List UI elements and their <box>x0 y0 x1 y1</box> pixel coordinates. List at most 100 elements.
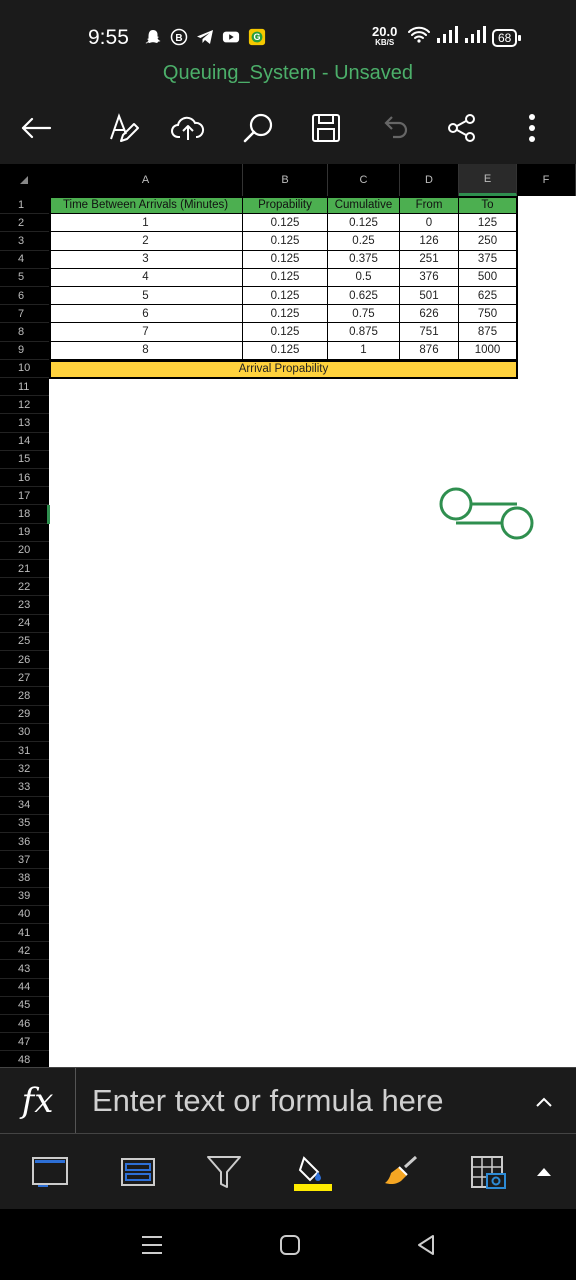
home-button[interactable] <box>270 1227 310 1263</box>
row-header-31[interactable]: 31 <box>0 742 49 761</box>
row-header-23[interactable]: 23 <box>0 596 49 615</box>
table-cell[interactable]: 626 <box>400 305 459 324</box>
back-nav-button[interactable] <box>406 1227 446 1263</box>
row-header-7[interactable]: 7 <box>0 305 49 324</box>
recent-apps-button[interactable] <box>132 1227 172 1263</box>
connector-shape[interactable] <box>438 486 538 542</box>
expand-tools-button[interactable] <box>522 1150 566 1194</box>
row-header-41[interactable]: 41 <box>0 924 49 943</box>
table-cell[interactable]: 0.125 <box>243 323 328 342</box>
row-header-39[interactable]: 39 <box>0 887 49 906</box>
table-cell[interactable]: 0.5 <box>328 268 400 287</box>
row-header-40[interactable]: 40 <box>0 905 49 924</box>
table-cell[interactable]: 6 <box>49 305 243 324</box>
table-cell[interactable]: 7 <box>49 323 243 342</box>
table-cell[interactable]: 0.125 <box>328 214 400 233</box>
row-header-42[interactable]: 42 <box>0 942 49 961</box>
row-header-26[interactable]: 26 <box>0 651 49 670</box>
table-cell[interactable]: 4 <box>49 268 243 287</box>
freeze-panes-button[interactable] <box>28 1150 72 1194</box>
table-cell[interactable]: 376 <box>400 268 459 287</box>
table-cell[interactable]: 0.125 <box>243 305 328 324</box>
table-cell[interactable]: 250 <box>459 232 517 251</box>
column-header-f[interactable]: F <box>517 164 576 196</box>
row-header-18[interactable]: 18 <box>0 505 49 524</box>
row-header-3[interactable]: 3 <box>0 232 49 251</box>
row-header-34[interactable]: 34 <box>0 796 49 815</box>
table-footer-merged-cell[interactable]: Arrival Propability <box>49 359 518 379</box>
table-cell[interactable]: 375 <box>459 250 517 269</box>
row-header-16[interactable]: 16 <box>0 469 49 488</box>
filter-button[interactable] <box>202 1150 246 1194</box>
row-header-17[interactable]: 17 <box>0 487 49 506</box>
row-header-25[interactable]: 25 <box>0 632 49 651</box>
table-cell[interactable]: 126 <box>400 232 459 251</box>
table-header-cell[interactable]: Time Between Arrivals (Minutes) <box>49 196 243 215</box>
fill-color-button[interactable] <box>290 1150 334 1194</box>
row-header-28[interactable]: 28 <box>0 687 49 706</box>
row-header-27[interactable]: 27 <box>0 669 49 688</box>
text-format-button[interactable] <box>100 106 144 150</box>
table-header-cell[interactable]: Propability <box>243 196 328 215</box>
table-cell[interactable]: 0.125 <box>243 287 328 306</box>
table-cell[interactable]: 0.375 <box>328 250 400 269</box>
function-button[interactable]: fx <box>0 1068 76 1134</box>
column-header-b[interactable]: B <box>243 164 328 196</box>
row-header-30[interactable]: 30 <box>0 723 49 742</box>
table-cell[interactable]: 0.25 <box>328 232 400 251</box>
row-header-47[interactable]: 47 <box>0 1033 49 1052</box>
undo-button[interactable] <box>372 106 416 150</box>
table-cell[interactable]: 251 <box>400 250 459 269</box>
row-header-21[interactable]: 21 <box>0 560 49 579</box>
table-cell[interactable]: 500 <box>459 268 517 287</box>
row-header-38[interactable]: 38 <box>0 869 49 888</box>
table-cell[interactable]: 0.125 <box>243 250 328 269</box>
table-cell[interactable]: 2 <box>49 232 243 251</box>
search-button[interactable] <box>236 106 280 150</box>
spreadsheet-grid[interactable]: A B C D E F 1 2 3 4 5 6 7 8 9 10 11 12 13 14 15 16 17 18 19 20 21 2… <box>0 164 576 1070</box>
row-header-2[interactable]: 2 <box>0 214 49 233</box>
row-header-12[interactable]: 12 <box>0 396 49 415</box>
row-header-8[interactable]: 8 <box>0 323 49 342</box>
table-cell[interactable]: 1 <box>328 341 400 360</box>
row-header-14[interactable]: 14 <box>0 432 49 451</box>
table-cell[interactable]: 8 <box>49 341 243 360</box>
column-header-c[interactable]: C <box>328 164 400 196</box>
row-header-46[interactable]: 46 <box>0 1015 49 1034</box>
table-header-cell[interactable]: To <box>459 196 517 215</box>
share-button[interactable] <box>440 106 484 150</box>
row-header-45[interactable]: 45 <box>0 996 49 1015</box>
table-cell[interactable]: 625 <box>459 287 517 306</box>
row-header-9[interactable]: 9 <box>0 341 49 360</box>
row-header-6[interactable]: 6 <box>0 287 49 306</box>
row-header-33[interactable]: 33 <box>0 778 49 797</box>
column-header-a[interactable]: A <box>49 164 243 196</box>
row-header-13[interactable]: 13 <box>0 414 49 433</box>
cloud-upload-button[interactable] <box>166 106 210 150</box>
row-header-15[interactable]: 15 <box>0 450 49 469</box>
row-header-1[interactable]: 1 <box>0 196 49 215</box>
table-cell[interactable]: 0.125 <box>243 268 328 287</box>
table-cell[interactable]: 0 <box>400 214 459 233</box>
table-cell[interactable]: 0.125 <box>243 341 328 360</box>
table-header-cell[interactable]: Cumulative <box>328 196 400 215</box>
table-cell[interactable]: 3 <box>49 250 243 269</box>
column-header-d[interactable]: D <box>400 164 459 196</box>
format-painter-button[interactable] <box>378 1150 422 1194</box>
table-cell[interactable]: 875 <box>459 323 517 342</box>
row-header-37[interactable]: 37 <box>0 851 49 870</box>
select-all-corner[interactable] <box>0 164 49 196</box>
table-cell[interactable]: 0.125 <box>243 214 328 233</box>
row-header-29[interactable]: 29 <box>0 705 49 724</box>
row-header-11[interactable]: 11 <box>0 378 49 397</box>
row-header-35[interactable]: 35 <box>0 814 49 833</box>
expand-formula-button[interactable] <box>528 1086 560 1118</box>
table-cell[interactable]: 501 <box>400 287 459 306</box>
row-header-22[interactable]: 22 <box>0 578 49 597</box>
row-header-36[interactable]: 36 <box>0 833 49 852</box>
table-cell[interactable]: 750 <box>459 305 517 324</box>
table-cell[interactable]: 1000 <box>459 341 517 360</box>
save-button[interactable] <box>304 106 348 150</box>
row-header-20[interactable]: 20 <box>0 541 49 560</box>
table-cell[interactable]: 0.625 <box>328 287 400 306</box>
